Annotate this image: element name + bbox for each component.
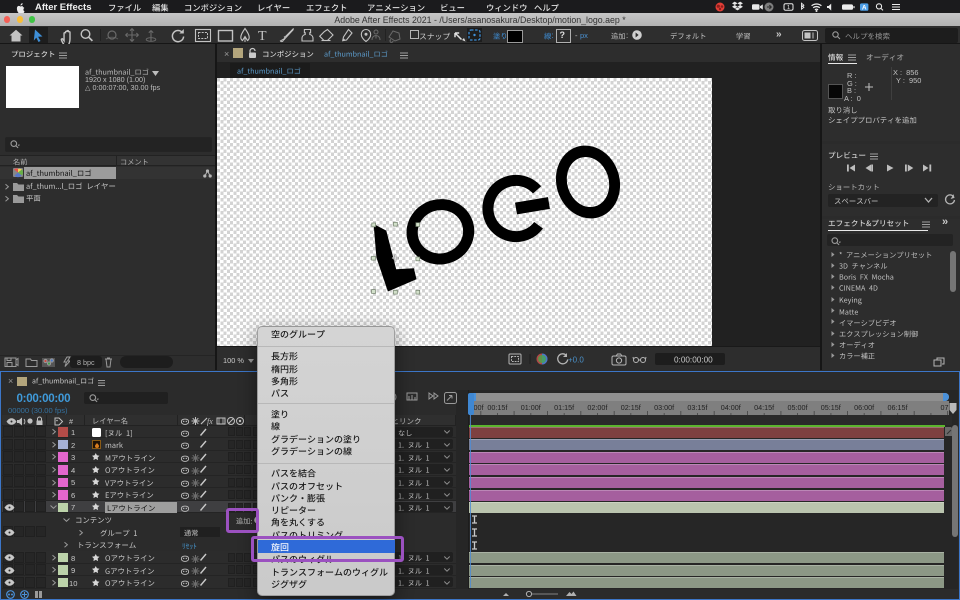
svg-text:0:00:00:00: 0:00:00:00 — [674, 356, 713, 365]
svg-text:+0.0: +0.0 — [568, 356, 584, 365]
svg-text:05:15f: 05:15f — [821, 403, 841, 412]
svg-text:01:00f: 01:00f — [521, 403, 541, 412]
svg-text:04:00f: 04:00f — [721, 403, 741, 412]
svg-text:A: A — [862, 5, 867, 12]
svg-text:03:00f: 03:00f — [654, 403, 674, 412]
svg-text:02:00f: 02:00f — [587, 403, 607, 412]
svg-text:05:00f: 05:00f — [788, 403, 808, 412]
svg-text:06:00f: 06:00f — [854, 403, 874, 412]
svg-text:T: T — [258, 29, 267, 44]
svg-text:fx: fx — [207, 417, 213, 426]
svg-text:00:15f: 00:15f — [487, 403, 507, 412]
svg-text:02:15f: 02:15f — [621, 403, 641, 412]
svg-text:04:15f: 04:15f — [754, 403, 774, 412]
svg-text:1: 1 — [787, 5, 790, 11]
svg-text:06:15f: 06:15f — [888, 403, 908, 412]
svg-text:03:15f: 03:15f — [687, 403, 707, 412]
svg-text:00f: 00f — [474, 403, 484, 412]
svg-text:07:0: 07:0 — [941, 403, 950, 412]
svg-text:01:15f: 01:15f — [554, 403, 574, 412]
